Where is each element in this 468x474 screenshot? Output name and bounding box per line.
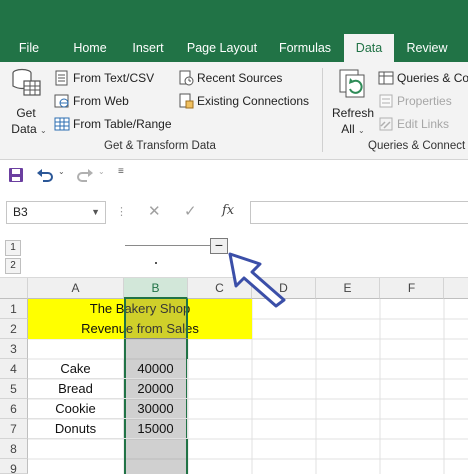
get-data-label-1: Get xyxy=(16,106,36,120)
column-header-b[interactable]: B xyxy=(124,278,188,299)
queries-connections-label: Queries & Co xyxy=(397,71,468,85)
outline-level-2-button[interactable]: 2 xyxy=(5,258,21,274)
recent-sources-icon xyxy=(179,70,194,86)
tab-formulas[interactable]: Formulas xyxy=(272,34,338,62)
text-file-icon xyxy=(55,70,68,86)
cell-a7[interactable]: Donuts xyxy=(28,419,124,439)
edit-links-button[interactable]: Edit Links xyxy=(378,116,449,132)
outline-level-1-button[interactable]: 1 xyxy=(5,240,21,256)
refresh-all-button[interactable]: Refresh All ⌄ xyxy=(330,68,376,138)
from-text-csv-button[interactable]: From Text/CSV xyxy=(54,70,154,86)
cell-b5[interactable]: 20000 xyxy=(124,379,188,399)
cell-b6[interactable]: 30000 xyxy=(124,399,188,419)
properties-button[interactable]: Properties xyxy=(378,93,452,109)
column-header-partial xyxy=(444,278,468,299)
redo-icon[interactable] xyxy=(76,167,94,183)
selection-row-line xyxy=(124,338,188,339)
chevron-down-icon: ⌄ xyxy=(40,126,47,135)
column-header-a[interactable]: A xyxy=(28,278,124,299)
enter-check-icon[interactable]: ✓ xyxy=(184,202,197,220)
queries-icon xyxy=(378,71,394,85)
row-header-2[interactable]: 2 xyxy=(0,319,28,339)
row-header-3[interactable]: 3 xyxy=(0,339,28,359)
redo-dropdown-icon[interactable]: ⌄ xyxy=(98,167,105,176)
recent-sources-label: Recent Sources xyxy=(197,71,283,85)
undo-icon[interactable] xyxy=(36,167,54,183)
properties-label: Properties xyxy=(397,94,452,108)
ribbon-tab-bar: File Home Insert Page Layout Formulas Da… xyxy=(0,0,468,62)
tab-data[interactable]: Data xyxy=(344,34,394,62)
undo-dropdown-icon[interactable]: ⌄ xyxy=(58,167,65,176)
table-icon xyxy=(54,117,70,131)
group-label-queries: Queries & Connect xyxy=(368,140,466,152)
name-box-value: B3 xyxy=(13,205,28,219)
select-all-corner[interactable] xyxy=(0,278,28,299)
get-data-label-2: Data xyxy=(11,122,37,136)
refresh-label-1: Refresh xyxy=(331,106,375,120)
refresh-label-2: All xyxy=(341,122,355,136)
cell-b4[interactable]: 40000 xyxy=(124,359,188,379)
tab-file[interactable]: File xyxy=(8,34,50,62)
from-table-range-button[interactable]: From Table/Range xyxy=(54,116,172,132)
refresh-icon xyxy=(339,69,365,98)
existing-connections-icon xyxy=(179,93,194,109)
tab-insert[interactable]: Insert xyxy=(122,34,174,62)
from-text-csv-label: From Text/CSV xyxy=(73,71,155,85)
from-table-range-label: From Table/Range xyxy=(73,117,172,131)
queries-connections-button[interactable]: Queries & Co xyxy=(378,70,468,86)
tab-page-layout[interactable]: Page Layout xyxy=(182,34,262,62)
formula-bar: B3 ▼ ⋮ ✕ ✓ fx xyxy=(0,196,468,230)
save-icon[interactable] xyxy=(8,167,24,183)
properties-icon xyxy=(379,94,393,108)
ribbon-separator xyxy=(322,68,323,152)
get-data-label-2-wrap: Data ⌄ xyxy=(6,122,52,136)
refresh-label-2-wrap: All ⌄ xyxy=(330,122,376,136)
tab-review[interactable]: Review xyxy=(400,34,454,62)
database-table-icon xyxy=(12,68,41,96)
column-header-f[interactable]: F xyxy=(380,278,444,299)
outline-group-dot xyxy=(155,262,157,264)
get-data-button[interactable]: Get Data ⌄ xyxy=(6,68,47,138)
title-cell-row-2[interactable]: Revenue from Sales xyxy=(28,319,252,339)
name-box[interactable]: B3 ▼ xyxy=(6,201,106,224)
cell-b7[interactable]: 15000 xyxy=(124,419,188,439)
title-line-2: Revenue from Sales xyxy=(81,321,199,336)
ribbon: Get Data ⌄ From Text/CSV From Web From T… xyxy=(0,62,468,160)
quick-access-toolbar: ⌄ ⌄ ≡ xyxy=(0,160,468,190)
from-web-button[interactable]: From Web xyxy=(54,93,129,109)
edit-links-icon xyxy=(379,117,393,131)
column-header-e[interactable]: E xyxy=(316,278,380,299)
row-header-8[interactable]: 8 xyxy=(0,439,28,459)
cell-a5[interactable]: Bread xyxy=(28,379,124,399)
recent-sources-button[interactable]: Recent Sources xyxy=(178,70,282,86)
cell-a6[interactable]: Cookie xyxy=(28,399,124,419)
insert-function-icon[interactable]: fx xyxy=(222,203,234,218)
outline-group-bracket xyxy=(125,245,211,246)
customize-toolbar-icon[interactable]: ≡ xyxy=(118,166,124,177)
title-line-1: The Bakery Shop xyxy=(89,301,191,316)
annotation-arrow-icon xyxy=(228,252,286,308)
cell-a4[interactable]: Cake xyxy=(28,359,124,379)
row-header-9[interactable]: 9 xyxy=(0,459,28,474)
chevron-down-icon: ⌄ xyxy=(357,126,365,135)
row-header-6[interactable]: 6 xyxy=(0,399,28,419)
tab-home[interactable]: Home xyxy=(64,34,116,62)
row-header-4[interactable]: 4 xyxy=(0,359,28,379)
title-cell-row-1[interactable]: The Bakery Shop xyxy=(28,299,252,319)
group-label-get-transform: Get & Transform Data xyxy=(104,140,216,152)
chevron-down-icon: ▼ xyxy=(91,207,100,217)
row-header-7[interactable]: 7 xyxy=(0,419,28,439)
edit-links-label: Edit Links xyxy=(397,117,450,131)
web-globe-icon xyxy=(54,94,69,108)
formula-bar-splitter-icon[interactable]: ⋮ xyxy=(116,205,127,218)
row-header-5[interactable]: 5 xyxy=(0,379,28,399)
cancel-icon[interactable]: ✕ xyxy=(148,202,161,220)
row-header-1[interactable]: 1 xyxy=(0,299,28,319)
existing-connections-button[interactable]: Existing Connections xyxy=(178,93,309,109)
existing-connections-label: Existing Connections xyxy=(197,94,310,108)
from-web-label: From Web xyxy=(73,94,129,108)
formula-input[interactable] xyxy=(250,201,468,224)
